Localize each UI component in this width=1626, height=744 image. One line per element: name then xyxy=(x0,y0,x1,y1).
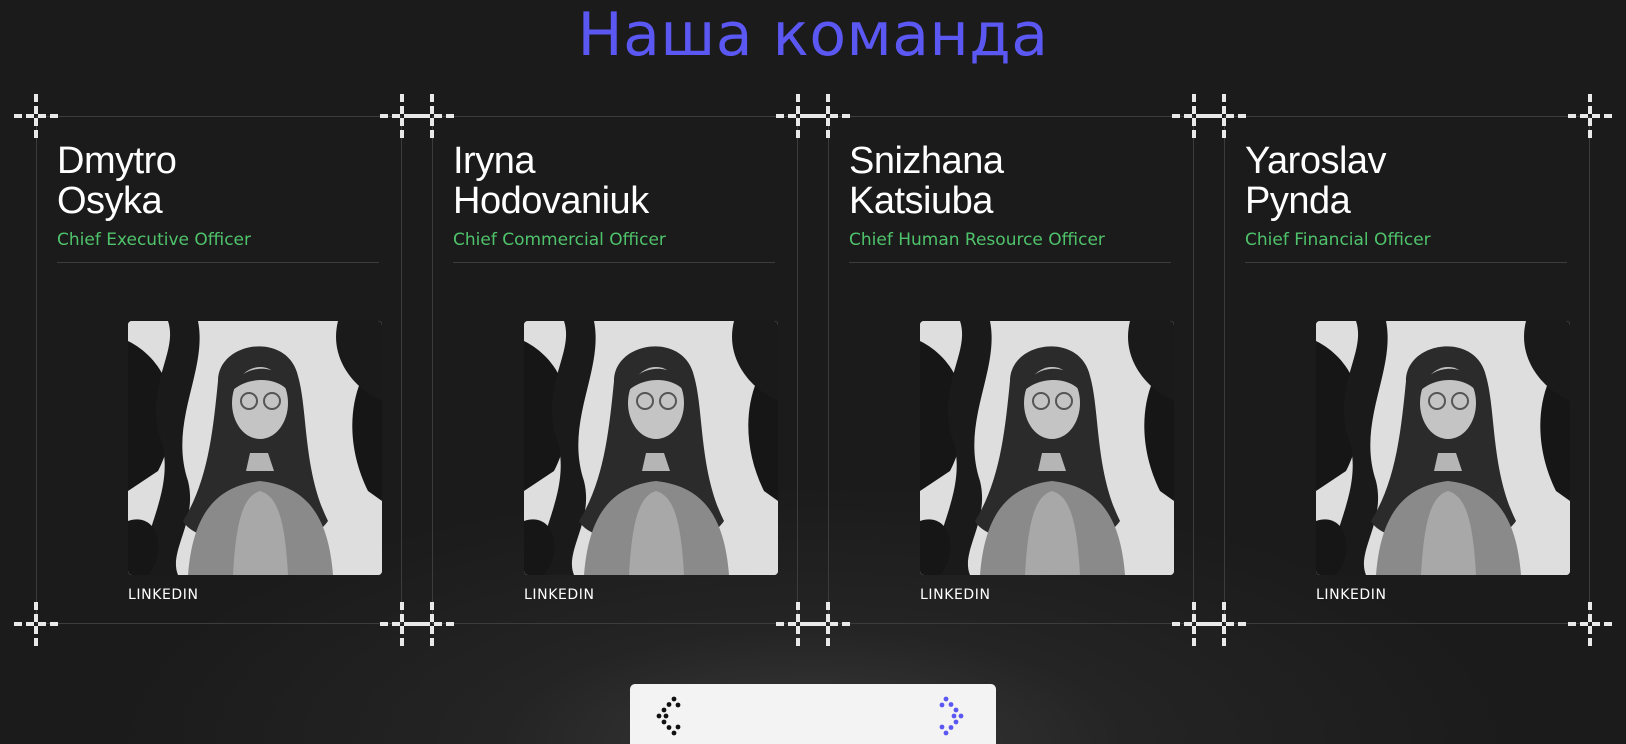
member-role: Chief Executive Officer xyxy=(57,230,251,250)
chevron-right-icon xyxy=(939,696,964,736)
portrait-image xyxy=(524,321,778,575)
crosshair-marker-icon xyxy=(1202,94,1246,138)
member-role: Chief Financial Officer xyxy=(1245,230,1431,250)
member-photo xyxy=(1316,321,1570,575)
carousel-navigation xyxy=(630,684,996,744)
crosshair-marker-icon xyxy=(806,602,850,646)
member-name: Iryna Hodovaniuk xyxy=(453,141,783,221)
team-card: Snizhana Katsiuba Chief Human Resource O… xyxy=(828,116,1194,624)
member-role: Chief Human Resource Officer xyxy=(849,230,1105,250)
team-card: Dmytro Osyka Chief Executive Officer LIN… xyxy=(36,116,402,624)
portrait-image xyxy=(920,321,1174,575)
divider xyxy=(57,262,379,263)
linkedin-link[interactable]: LINKEDIN xyxy=(524,587,595,603)
crosshair-marker-icon xyxy=(1202,602,1246,646)
divider xyxy=(1245,262,1567,263)
member-first-name: Snizhana xyxy=(849,140,1004,182)
member-name: Yaroslav Pynda xyxy=(1245,141,1575,221)
portrait-image xyxy=(1316,321,1570,575)
member-name: Snizhana Katsiuba xyxy=(849,141,1179,221)
linkedin-link[interactable]: LINKEDIN xyxy=(1316,587,1387,603)
prev-button[interactable] xyxy=(650,690,690,742)
member-first-name: Yaroslav xyxy=(1245,140,1387,182)
divider xyxy=(453,262,775,263)
member-last-name: Hodovaniuk xyxy=(453,180,649,222)
member-first-name: Iryna xyxy=(453,140,535,182)
team-card: Iryna Hodovaniuk Chief Commercial Office… xyxy=(432,116,798,624)
chevron-left-icon xyxy=(656,696,681,736)
crosshair-marker-icon xyxy=(410,94,454,138)
crosshair-marker-icon xyxy=(806,94,850,138)
member-role: Chief Commercial Officer xyxy=(453,230,666,250)
portrait-image xyxy=(128,321,382,575)
crosshair-marker-icon xyxy=(14,94,58,138)
member-photo xyxy=(128,321,382,575)
linkedin-link[interactable]: LINKEDIN xyxy=(920,587,991,603)
team-card: Yaroslav Pynda Chief Financial Officer L… xyxy=(1224,116,1590,624)
member-last-name: Osyka xyxy=(57,180,163,222)
crosshair-marker-icon xyxy=(410,602,454,646)
next-button[interactable] xyxy=(936,690,976,742)
section-title: Наша команда xyxy=(577,0,1049,70)
linkedin-link[interactable]: LINKEDIN xyxy=(128,587,199,603)
crosshair-marker-icon xyxy=(14,602,58,646)
crosshair-marker-icon xyxy=(1568,602,1612,646)
member-first-name: Dmytro xyxy=(57,140,177,182)
member-name: Dmytro Osyka xyxy=(57,141,387,221)
member-photo xyxy=(920,321,1174,575)
divider xyxy=(849,262,1171,263)
crosshair-marker-icon xyxy=(1568,94,1612,138)
member-last-name: Katsiuba xyxy=(849,180,993,222)
member-last-name: Pynda xyxy=(1245,180,1351,222)
member-photo xyxy=(524,321,778,575)
